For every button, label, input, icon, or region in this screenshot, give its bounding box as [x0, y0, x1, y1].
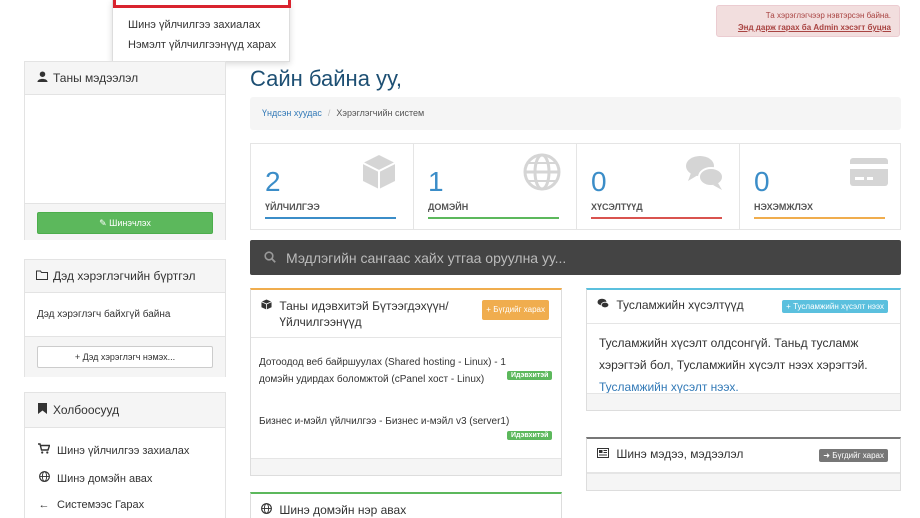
cart-icon [37, 443, 51, 457]
comments-icon [597, 298, 612, 312]
dropdown-item-order-service[interactable]: Шинэ үйлчилгээ захиалах [128, 19, 260, 31]
stat-value: 2 [265, 166, 281, 197]
subaccounts-panel: Дэд хэрэглэгчийн бүртгэл Дэд хэрэглэгч б… [24, 259, 226, 377]
dropdown-menu: Шинэ үйлчилгээ захиалах Нэмэлт үйлчилгээ… [112, 0, 291, 62]
your-info-panel: Таны мэдээлэл ✎ Шинэчлэх [24, 61, 226, 240]
cube-icon [261, 299, 275, 313]
open-ticket-link[interactable]: Тусламжийн хүсэлт нээх. [599, 380, 739, 394]
card-heading: Шинэ мэдээ, мэдээлэл ➜ Бүгдийг харах [587, 439, 900, 473]
support-tickets-card: Тусламжийн хүсэлтүүд + Тусламжийн хүсэлт… [586, 288, 901, 411]
card-heading: Шинэ домэйн нэр авах [251, 494, 561, 518]
card-title: Таны идэвхитэй Бүтээгдэхүүн/ Үйлчилгээнү… [279, 299, 449, 329]
newspaper-icon [597, 447, 612, 461]
status-badge: Идэвхитэй [507, 371, 553, 380]
button-label: Шинэчлэх [109, 218, 151, 228]
shortcut-register-domain[interactable]: Шинэ домэйн авах [37, 471, 152, 485]
button-label: Бүгдийг харах [832, 451, 884, 460]
panel-heading: Таны мэдээлэл [25, 62, 225, 95]
breadcrumb: Үндсэн хуудас / Хэрэглэгчийн систем [250, 97, 901, 130]
stat-bar [754, 217, 885, 219]
news-card: Шинэ мэдээ, мэдээлэл ➜ Бүгдийг харах [586, 437, 901, 491]
return-to-admin-link[interactable]: Энд дарж гарах ба Admin хэсэгт буцна [725, 22, 891, 34]
stat-bar [591, 217, 722, 219]
page-title: Сайн байна уу, [250, 66, 402, 91]
panel-heading: Холбоосууд [25, 393, 225, 428]
pencil-icon: ✎ [99, 218, 107, 228]
stat-bar [265, 217, 396, 219]
breadcrumb-home-link[interactable]: Үндсэн хуудас [262, 108, 322, 118]
stat-value: 0 [754, 166, 770, 197]
tickets-empty-text: Тусламжийн хүсэлт олдсонгүй. Таньд тусла… [599, 332, 893, 398]
active-services-card: Таны идэвхитэй Бүтээгдэхүүн/ Үйлчилгээнү… [250, 288, 562, 476]
bookmark-icon [35, 403, 49, 417]
card-heading: Тусламжийн хүсэлтүүд + Тусламжийн хүсэлт… [587, 290, 900, 324]
alert-text: Та хэрэглэгчээр нэвтэрсэн байна. [765, 11, 891, 20]
status-badge: Идэвхитэй [507, 431, 553, 440]
kb-search-input[interactable] [286, 240, 886, 275]
shortcut-label: Шинэ үйлчилгээ захиалах [57, 445, 190, 457]
impersonation-alert: Та хэрэглэгчээр нэвтэрсэн байна. Энд дар… [716, 5, 900, 37]
plus-icon: + [74, 352, 81, 362]
stat-label: ҮЙЛЧИЛГЭЭ [265, 202, 320, 212]
globe-icon [261, 503, 275, 517]
shortcuts-panel: Холбоосууд Шинэ үйлчилгээ захиалах Шинэ … [24, 392, 226, 518]
search-icon [264, 251, 276, 263]
update-info-button[interactable]: ✎ Шинэчлэх [37, 212, 213, 234]
card-title: Шинэ домэйн нэр авах [279, 503, 407, 517]
register-domain-card: Шинэ домэйн нэр авах [250, 492, 562, 518]
stat-invoices[interactable]: 0 НЭХЭМЖЛЭХ [740, 144, 903, 230]
stat-value: 0 [591, 166, 607, 197]
add-subaccount-button[interactable]: + Дэд хэрэглэгч нэмэх... [37, 346, 213, 368]
card-footer [587, 473, 900, 490]
cube-icon [362, 155, 396, 189]
view-all-news-button[interactable]: ➜ Бүгдийг харах [819, 449, 888, 462]
globe-icon [523, 153, 561, 191]
tickets-empty-message: Тусламжийн хүсэлт олдсонгүй. Таньд тусла… [599, 336, 868, 372]
panel-title: Таны мэдээлэл [53, 71, 139, 85]
stat-domains[interactable]: 1 ДОМЭЙН [414, 144, 577, 230]
kb-search-bar [250, 240, 901, 275]
shortcut-logout[interactable]: ← Системээс Гарах [37, 499, 145, 511]
stat-services[interactable]: 2 ҮЙЛЧИЛГЭЭ [251, 144, 414, 230]
comments-icon [686, 156, 724, 190]
card-title: Тусламжийн хүсэлтүүд [616, 298, 744, 312]
panel-footer: + Дэд хэрэглэгч нэмэх... [25, 336, 225, 377]
stats-tiles: 2 ҮЙЛЧИЛГЭЭ 1 ДОМЭЙН 0 ХҮСЭЛТҮҮД 0 НЭХЭМ… [250, 143, 901, 230]
open-ticket-button[interactable]: + Тусламжийн хүсэлт нээх [782, 300, 888, 313]
shortcut-label: Системээс Гарах [57, 499, 145, 511]
arrow-left-icon: ← [38, 499, 50, 511]
card-footer [251, 458, 561, 475]
breadcrumb-separator: / [327, 108, 331, 118]
credit-card-icon [850, 158, 888, 186]
card-title: Шинэ мэдээ, мэдээлэл [616, 447, 744, 461]
panel-title: Дэд хэрэглэгчийн бүртгэл [53, 269, 196, 283]
button-label: Дэд хэрэглэгч нэмэх... [82, 352, 176, 362]
stat-tickets[interactable]: 0 ХҮСЭЛТҮҮД [577, 144, 740, 230]
panel-title: Холбоосууд [53, 403, 120, 417]
stat-label: ДОМЭЙН [428, 202, 469, 212]
breadcrumb-current: Хэрэглэгчийн систем [336, 108, 425, 118]
dropdown-item-view-addons[interactable]: Нэмэлт үйлчилгээнүүд харах [128, 39, 276, 51]
card-heading: Таны идэвхитэй Бүтээгдэхүүн/ Үйлчилгээнү… [251, 290, 561, 338]
globe-icon [37, 471, 51, 485]
folder-icon [35, 269, 49, 283]
user-icon [35, 71, 49, 85]
no-subaccounts-text: Дэд хэрэглэгч байхгүй байна [37, 309, 171, 320]
panel-heading: Дэд хэрэглэгчийн бүртгэл [25, 260, 225, 293]
button-label: Бүгдийг харах [493, 305, 545, 314]
service-item-hosting[interactable]: Дотоодод веб байршуулах (Shared hosting … [259, 354, 527, 388]
stat-bar [428, 217, 559, 219]
stat-label: НЭХЭМЖЛЭХ [754, 202, 813, 212]
view-all-services-button[interactable]: + Бүгдийг харах [482, 300, 549, 320]
stat-value: 1 [428, 166, 444, 197]
shortcut-label: Шинэ домэйн авах [57, 473, 153, 485]
stat-label: ХҮСЭЛТҮҮД [591, 202, 643, 212]
panel-footer: ✎ Шинэчлэх [25, 203, 225, 240]
service-item-email[interactable]: Бизнес и-мэйл үйлчилгээ - Бизнес и-мэйл … [259, 416, 549, 427]
dropdown-highlight [113, 0, 291, 8]
card-footer [587, 393, 900, 410]
button-label: Тусламжийн хүсэлт нээх [793, 302, 884, 311]
shortcut-order-service[interactable]: Шинэ үйлчилгээ захиалах [37, 443, 189, 457]
